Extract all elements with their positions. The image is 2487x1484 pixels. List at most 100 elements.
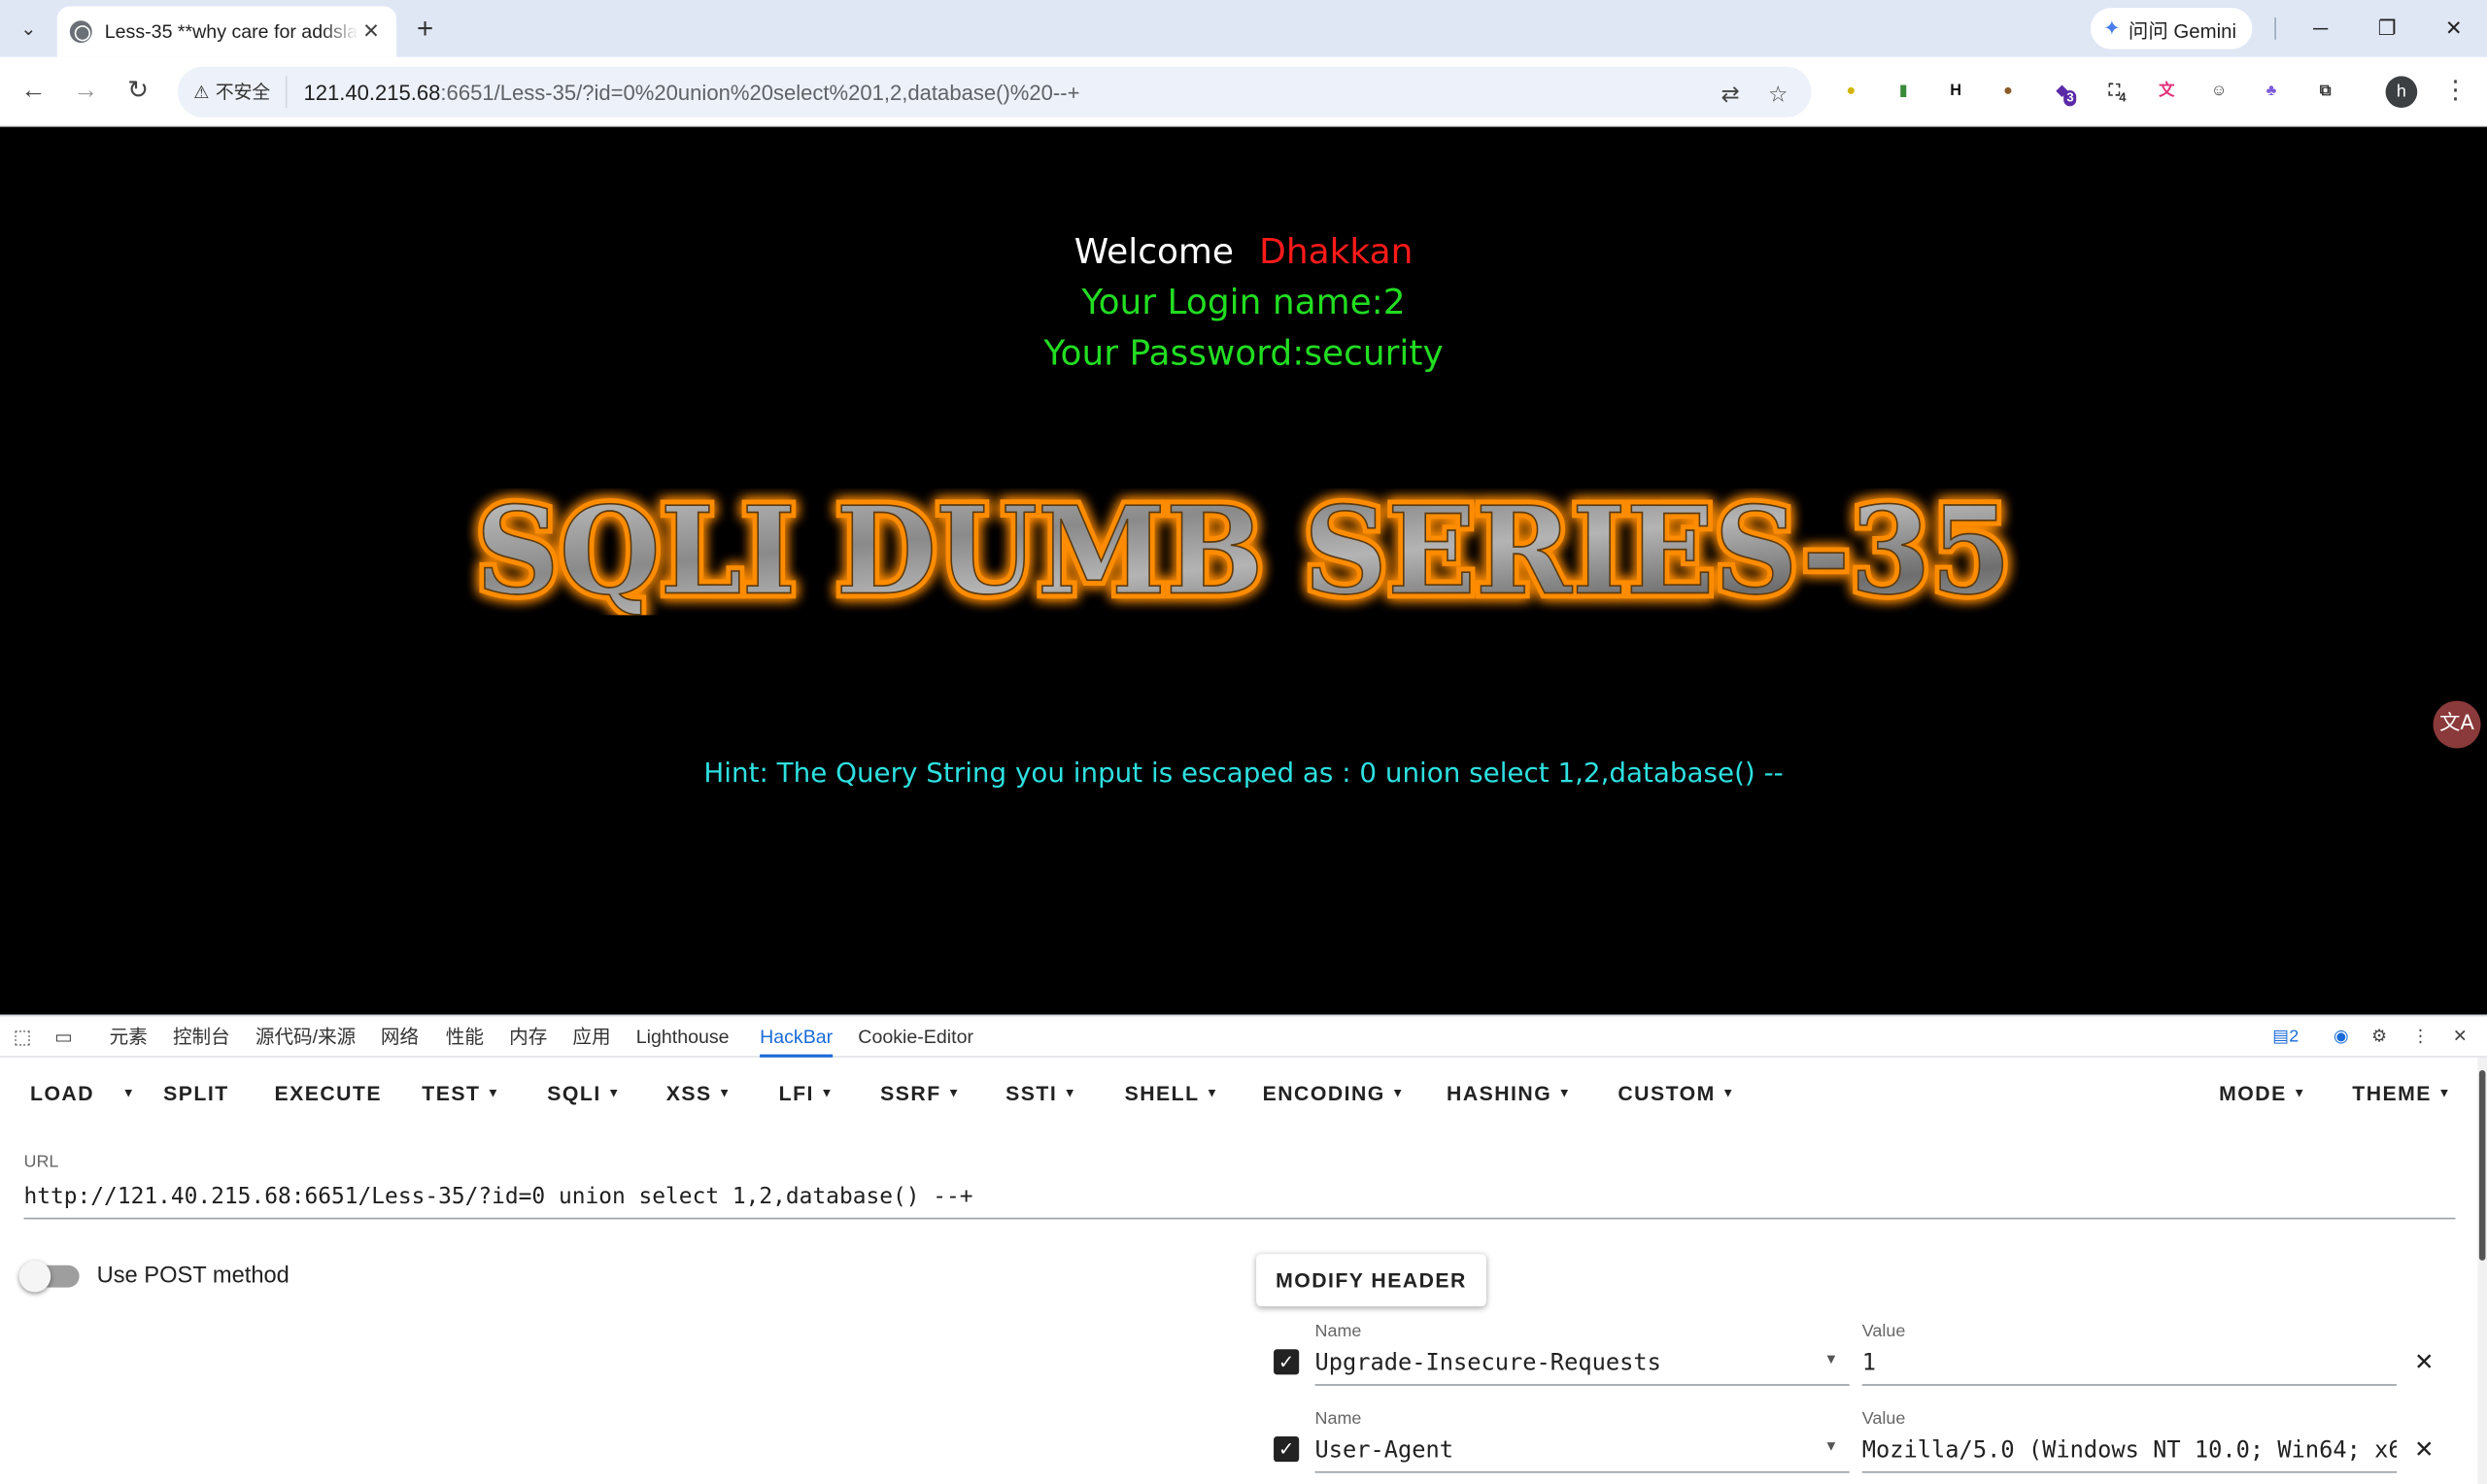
- header-value-input[interactable]: 1: [1861, 1344, 2398, 1386]
- header-name-input[interactable]: Upgrade-Insecure-Requests: [1314, 1344, 1850, 1386]
- window-close-icon[interactable]: ✕: [2435, 10, 2472, 48]
- hackbar-hashing-menu[interactable]: HASHING ▼: [1447, 1081, 1572, 1104]
- hint-text: Hint: The Query String you input is esca…: [703, 758, 1784, 790]
- svg-text:SQLI DUMB SERIES-35: SQLI DUMB SERIES-35: [476, 489, 2011, 616]
- address-bar[interactable]: ⚠ 不安全 121.40.215.68:6651/Less-35/?id=0%2…: [177, 66, 1812, 118]
- translate-page-icon[interactable]: ⇄: [1717, 80, 1745, 108]
- devtools-tab-hackbar[interactable]: HackBar: [760, 1016, 834, 1058]
- header-name-dropdown-icon[interactable]: ▼: [1824, 1438, 1839, 1454]
- extension-h-icon[interactable]: H: [1941, 78, 1969, 106]
- hackbar-split-button[interactable]: SPLIT: [163, 1081, 229, 1104]
- hackbar-scrollbar[interactable]: [2477, 1057, 2487, 1484]
- hackbar-ssti-menu[interactable]: SSTI ▼: [1005, 1081, 1077, 1104]
- hackbar-xss-menu[interactable]: XSS ▼: [666, 1081, 732, 1104]
- remove-header-icon[interactable]: ✕: [2414, 1348, 2435, 1376]
- header-name-dropdown-icon[interactable]: ▼: [1824, 1351, 1839, 1366]
- url-label: URL: [23, 1152, 59, 1172]
- hackbar-theme-menu[interactable]: THEME ▼: [2352, 1081, 2452, 1104]
- profile-avatar[interactable]: h: [2385, 76, 2418, 109]
- extension-cookie-icon[interactable]: ●: [1993, 78, 2022, 106]
- modify-header-button[interactable]: MODIFY HEADER: [1256, 1254, 1486, 1307]
- reload-icon[interactable]: ↻: [119, 73, 156, 111]
- forward-arrow-icon[interactable]: →: [67, 73, 105, 111]
- devtools-close-icon[interactable]: ✕: [2444, 1023, 2476, 1051]
- warning-triangle-icon: ⚠: [193, 83, 210, 103]
- browser-menu-icon[interactable]: ⋮: [2439, 73, 2471, 111]
- minimize-icon[interactable]: ─: [2301, 10, 2339, 48]
- devtools-tab-performance[interactable]: 性能: [446, 1016, 484, 1057]
- header-name-label: Name: [1314, 1322, 1362, 1342]
- header-value-label: Value: [1861, 1322, 1906, 1342]
- tab-close-icon[interactable]: ✕: [358, 19, 384, 45]
- extension-scan-icon[interactable]: ⛶ 4: [2100, 78, 2129, 106]
- remove-header-icon[interactable]: ✕: [2414, 1434, 2435, 1464]
- devtools-tab-console[interactable]: 控制台: [173, 1016, 230, 1057]
- hackbar-ssrf-menu[interactable]: SSRF ▼: [880, 1081, 961, 1104]
- hackbar-execute-button[interactable]: EXECUTE: [274, 1081, 382, 1104]
- inspect-element-icon[interactable]: ⬚: [10, 1025, 35, 1050]
- extension-badge-icon[interactable]: ◆ 3: [2048, 78, 2077, 107]
- security-label: 不安全: [215, 84, 271, 104]
- hackbar-sqli-menu[interactable]: SQLI ▼: [547, 1081, 621, 1104]
- hackbar-custom-menu[interactable]: CUSTOM ▼: [1618, 1081, 1735, 1104]
- extension-circle-icon[interactable]: ●: [1837, 78, 1865, 106]
- browser-tab-active[interactable]: Less-35 **why care for addslashes()** ✕: [56, 6, 397, 57]
- hackbar-mode-menu[interactable]: MODE ▼: [2219, 1081, 2307, 1104]
- hackbar-lfi-menu[interactable]: LFI ▼: [779, 1081, 835, 1104]
- devtools-ai-icon[interactable]: ◉: [2326, 1023, 2358, 1051]
- extension-cat-icon[interactable]: ♣: [2257, 78, 2285, 106]
- username: Dhakkan: [1259, 232, 1414, 273]
- devtools-settings-gear-icon[interactable]: ⚙: [2364, 1023, 2396, 1051]
- hackbar-test-menu[interactable]: TEST ▼: [422, 1081, 500, 1104]
- tab-search-chevron-icon[interactable]: ⌄: [10, 10, 48, 48]
- restore-icon[interactable]: ❐: [2368, 10, 2406, 48]
- use-post-label: Use POST method: [96, 1264, 290, 1290]
- hackbar-load-dropdown-icon[interactable]: ▼: [116, 1081, 136, 1104]
- header-value-input[interactable]: Mozilla/5.0 (Windows NT 10.0; Win64; x64…: [1861, 1432, 2398, 1473]
- welcome-line: Welcome Dhakkan: [0, 233, 2487, 273]
- page-viewport: Welcome Dhakkan Your Login name:2 Your Pa…: [0, 126, 2487, 1015]
- use-post-toggle[interactable]: [18, 1260, 80, 1293]
- globe-icon: [69, 20, 92, 44]
- extension-pink-icon[interactable]: 文: [2153, 78, 2181, 106]
- header-name-input[interactable]: User-Agent: [1314, 1432, 1850, 1473]
- back-arrow-icon[interactable]: ←: [15, 73, 52, 111]
- devtools-tab-memory[interactable]: 内存: [509, 1016, 547, 1057]
- hackbar-shell-menu[interactable]: SHELL ▼: [1125, 1081, 1220, 1104]
- extension-js-icon[interactable]: ▮: [1890, 78, 1918, 106]
- devtools-menu-icon[interactable]: ⋮: [2404, 1023, 2436, 1051]
- gemini-button[interactable]: ✦ 问问 Gemini: [2090, 8, 2253, 50]
- hackbar-toolbar: LOAD ▼ SPLIT EXECUTE TEST ▼ SQLI ▼ XSS ▼ LF…: [0, 1057, 2478, 1128]
- extensions-puzzle-icon[interactable]: ⧉: [2311, 78, 2339, 106]
- scrollbar-thumb[interactable]: [2478, 1069, 2486, 1261]
- device-toolbar-icon[interactable]: ▭: [51, 1025, 76, 1050]
- translate-fab-icon[interactable]: 文A: [2433, 700, 2481, 749]
- issues-counter[interactable]: ▤2: [2268, 1023, 2303, 1051]
- devtools-tab-application[interactable]: 应用: [572, 1016, 610, 1057]
- extension-smile-icon[interactable]: ☺: [2204, 78, 2232, 106]
- hackbar-url-input[interactable]: http://121.40.215.68:6651/Less-35/?id=0 …: [23, 1181, 2456, 1220]
- tab-title: Less-35 **why care for addslashes()**: [104, 20, 358, 44]
- devtools-tab-cookie-editor[interactable]: Cookie-Editor: [858, 1016, 973, 1057]
- url-host: 121.40.215.68: [303, 80, 441, 104]
- security-chip[interactable]: ⚠ 不安全: [193, 76, 289, 109]
- sqli-dumb-series-banner: SQLI DUMB SERIES-35 SQLI DUMB SERIES-35: [470, 489, 2017, 616]
- login-name-text: Your Login name:2: [1081, 284, 1406, 324]
- bookmark-star-icon[interactable]: ☆: [1764, 80, 1792, 108]
- hackbar-encoding-menu[interactable]: ENCODING ▼: [1263, 1081, 1406, 1104]
- extension-badge-count: 3: [2063, 90, 2077, 107]
- header-name-label: Name: [1314, 1409, 1362, 1429]
- header-value-label: Value: [1861, 1409, 1906, 1429]
- devtools-tab-elements[interactable]: 元素: [110, 1016, 148, 1057]
- new-tab-plus-icon[interactable]: +: [409, 13, 441, 45]
- header-enabled-checkbox[interactable]: ✓: [1274, 1349, 1300, 1375]
- hackbar-load-button[interactable]: LOAD: [30, 1081, 94, 1104]
- devtools-tab-lighthouse[interactable]: Lighthouse: [636, 1016, 730, 1057]
- devtools-tab-sources[interactable]: 源代码/来源: [256, 1016, 356, 1057]
- password-text: Your Password:security: [1043, 334, 1444, 375]
- header-enabled-checkbox[interactable]: ✓: [1274, 1436, 1300, 1463]
- tabstrip-divider: [2274, 17, 2276, 40]
- welcome-text: Welcome: [1073, 232, 1235, 273]
- devtools-tab-network[interactable]: 网络: [381, 1016, 419, 1057]
- gemini-label: 问问 Gemini: [2128, 19, 2237, 43]
